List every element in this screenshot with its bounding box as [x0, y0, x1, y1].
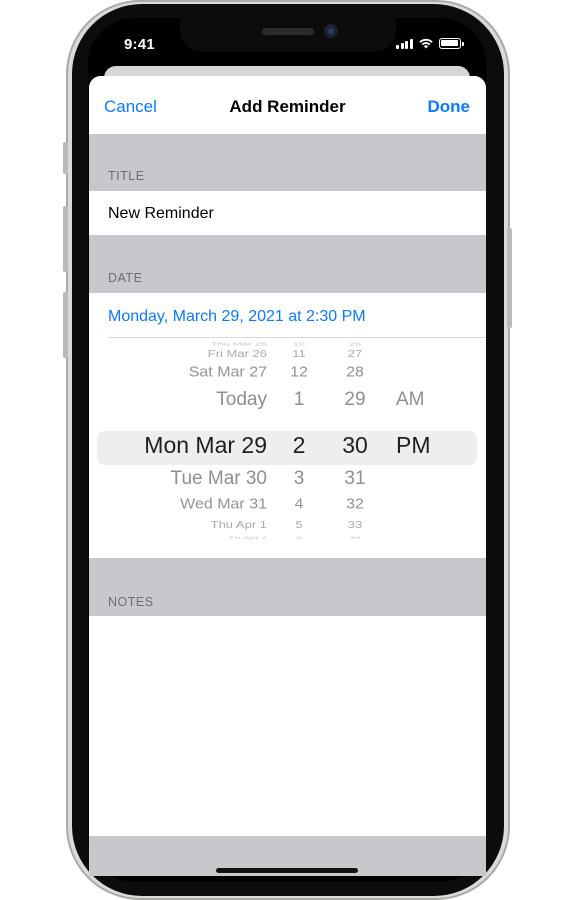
picker-hour-item[interactable]: 4 [279, 497, 319, 514]
picker-pm-item[interactable]: PM [396, 433, 431, 458]
picker-date-item[interactable]: Today [89, 389, 267, 410]
title-section-label: TITLE [108, 169, 145, 183]
picker-date-item[interactable]: Tue Mar 30 [89, 468, 267, 489]
picker-date-item[interactable]: Fri Mar 26 [89, 348, 267, 359]
picker-minute-item[interactable]: 30 [333, 433, 377, 458]
notes-section-label: NOTES [108, 595, 154, 609]
picker-minute-item[interactable]: 29 [333, 389, 377, 410]
picker-am-item[interactable]: AM [396, 389, 425, 410]
picker-hour-item[interactable]: 1 [279, 389, 319, 410]
notes-section-header: NOTES [89, 558, 486, 616]
picker-date-item[interactable]: Fri Apr 2 [89, 536, 267, 541]
picker-date-item[interactable]: Sat Mar 27 [89, 365, 267, 382]
wifi-icon [418, 38, 433, 49]
picker-minute-item[interactable]: 31 [333, 468, 377, 489]
picker-hour-item[interactable]: 5 [279, 519, 319, 530]
date-value[interactable]: Monday, March 29, 2021 at 2:30 PM [108, 308, 366, 326]
picker-hour-item[interactable]: 10 [279, 342, 319, 348]
title-section-header: TITLE [89, 134, 486, 191]
power-button [507, 228, 512, 328]
picker-hour-item[interactable]: 11 [279, 348, 319, 359]
picker-date-item[interactable]: Thu Mar 25 [89, 342, 267, 348]
picker-hour-item[interactable]: 12 [279, 365, 319, 382]
picker-minute-item[interactable]: 28 [333, 365, 377, 382]
picker-date-item[interactable]: Wed Mar 31 [89, 497, 267, 514]
notch [180, 18, 396, 52]
home-indicator[interactable] [216, 868, 358, 873]
date-time-picker[interactable]: Thu Mar 25 10 26 Fri Mar 26 11 27 Sat Mar 27 12… [89, 338, 486, 560]
done-button[interactable]: Done [428, 97, 471, 117]
picker-minute-item[interactable]: 32 [333, 497, 377, 514]
page-title: Add Reminder [229, 97, 346, 116]
picker-hour-item[interactable]: 6 [279, 536, 319, 541]
notes-field[interactable] [89, 616, 486, 836]
picker-date-item[interactable]: Thu Apr 1 [89, 519, 267, 530]
picker-minute-item[interactable]: 34 [333, 536, 377, 541]
volume-up-button [63, 206, 68, 272]
front-camera [324, 24, 338, 38]
speaker [262, 28, 314, 35]
picker-minute-item[interactable]: 26 [333, 342, 377, 348]
volume-down-button [63, 292, 68, 358]
add-reminder-sheet: Cancel Add Reminder Done TITLE New Remin… [89, 76, 486, 836]
picker-minute-item[interactable]: 27 [333, 348, 377, 359]
picker-date-item[interactable]: Mon Mar 29 [89, 433, 267, 458]
status-time: 9:41 [124, 36, 155, 53]
navigation-bar: Cancel Add Reminder Done [89, 76, 486, 134]
picker-hour-item[interactable]: 3 [279, 468, 319, 489]
date-section-label: DATE [108, 271, 143, 285]
silent-switch [63, 142, 68, 174]
battery-icon [438, 37, 464, 49]
signal-icon [396, 38, 413, 49]
date-section-header: DATE [89, 235, 486, 293]
status-icons [396, 37, 464, 49]
title-field[interactable]: New Reminder [108, 205, 214, 223]
picker-hour-item[interactable]: 2 [279, 433, 319, 458]
picker-minute-item[interactable]: 33 [333, 519, 377, 530]
